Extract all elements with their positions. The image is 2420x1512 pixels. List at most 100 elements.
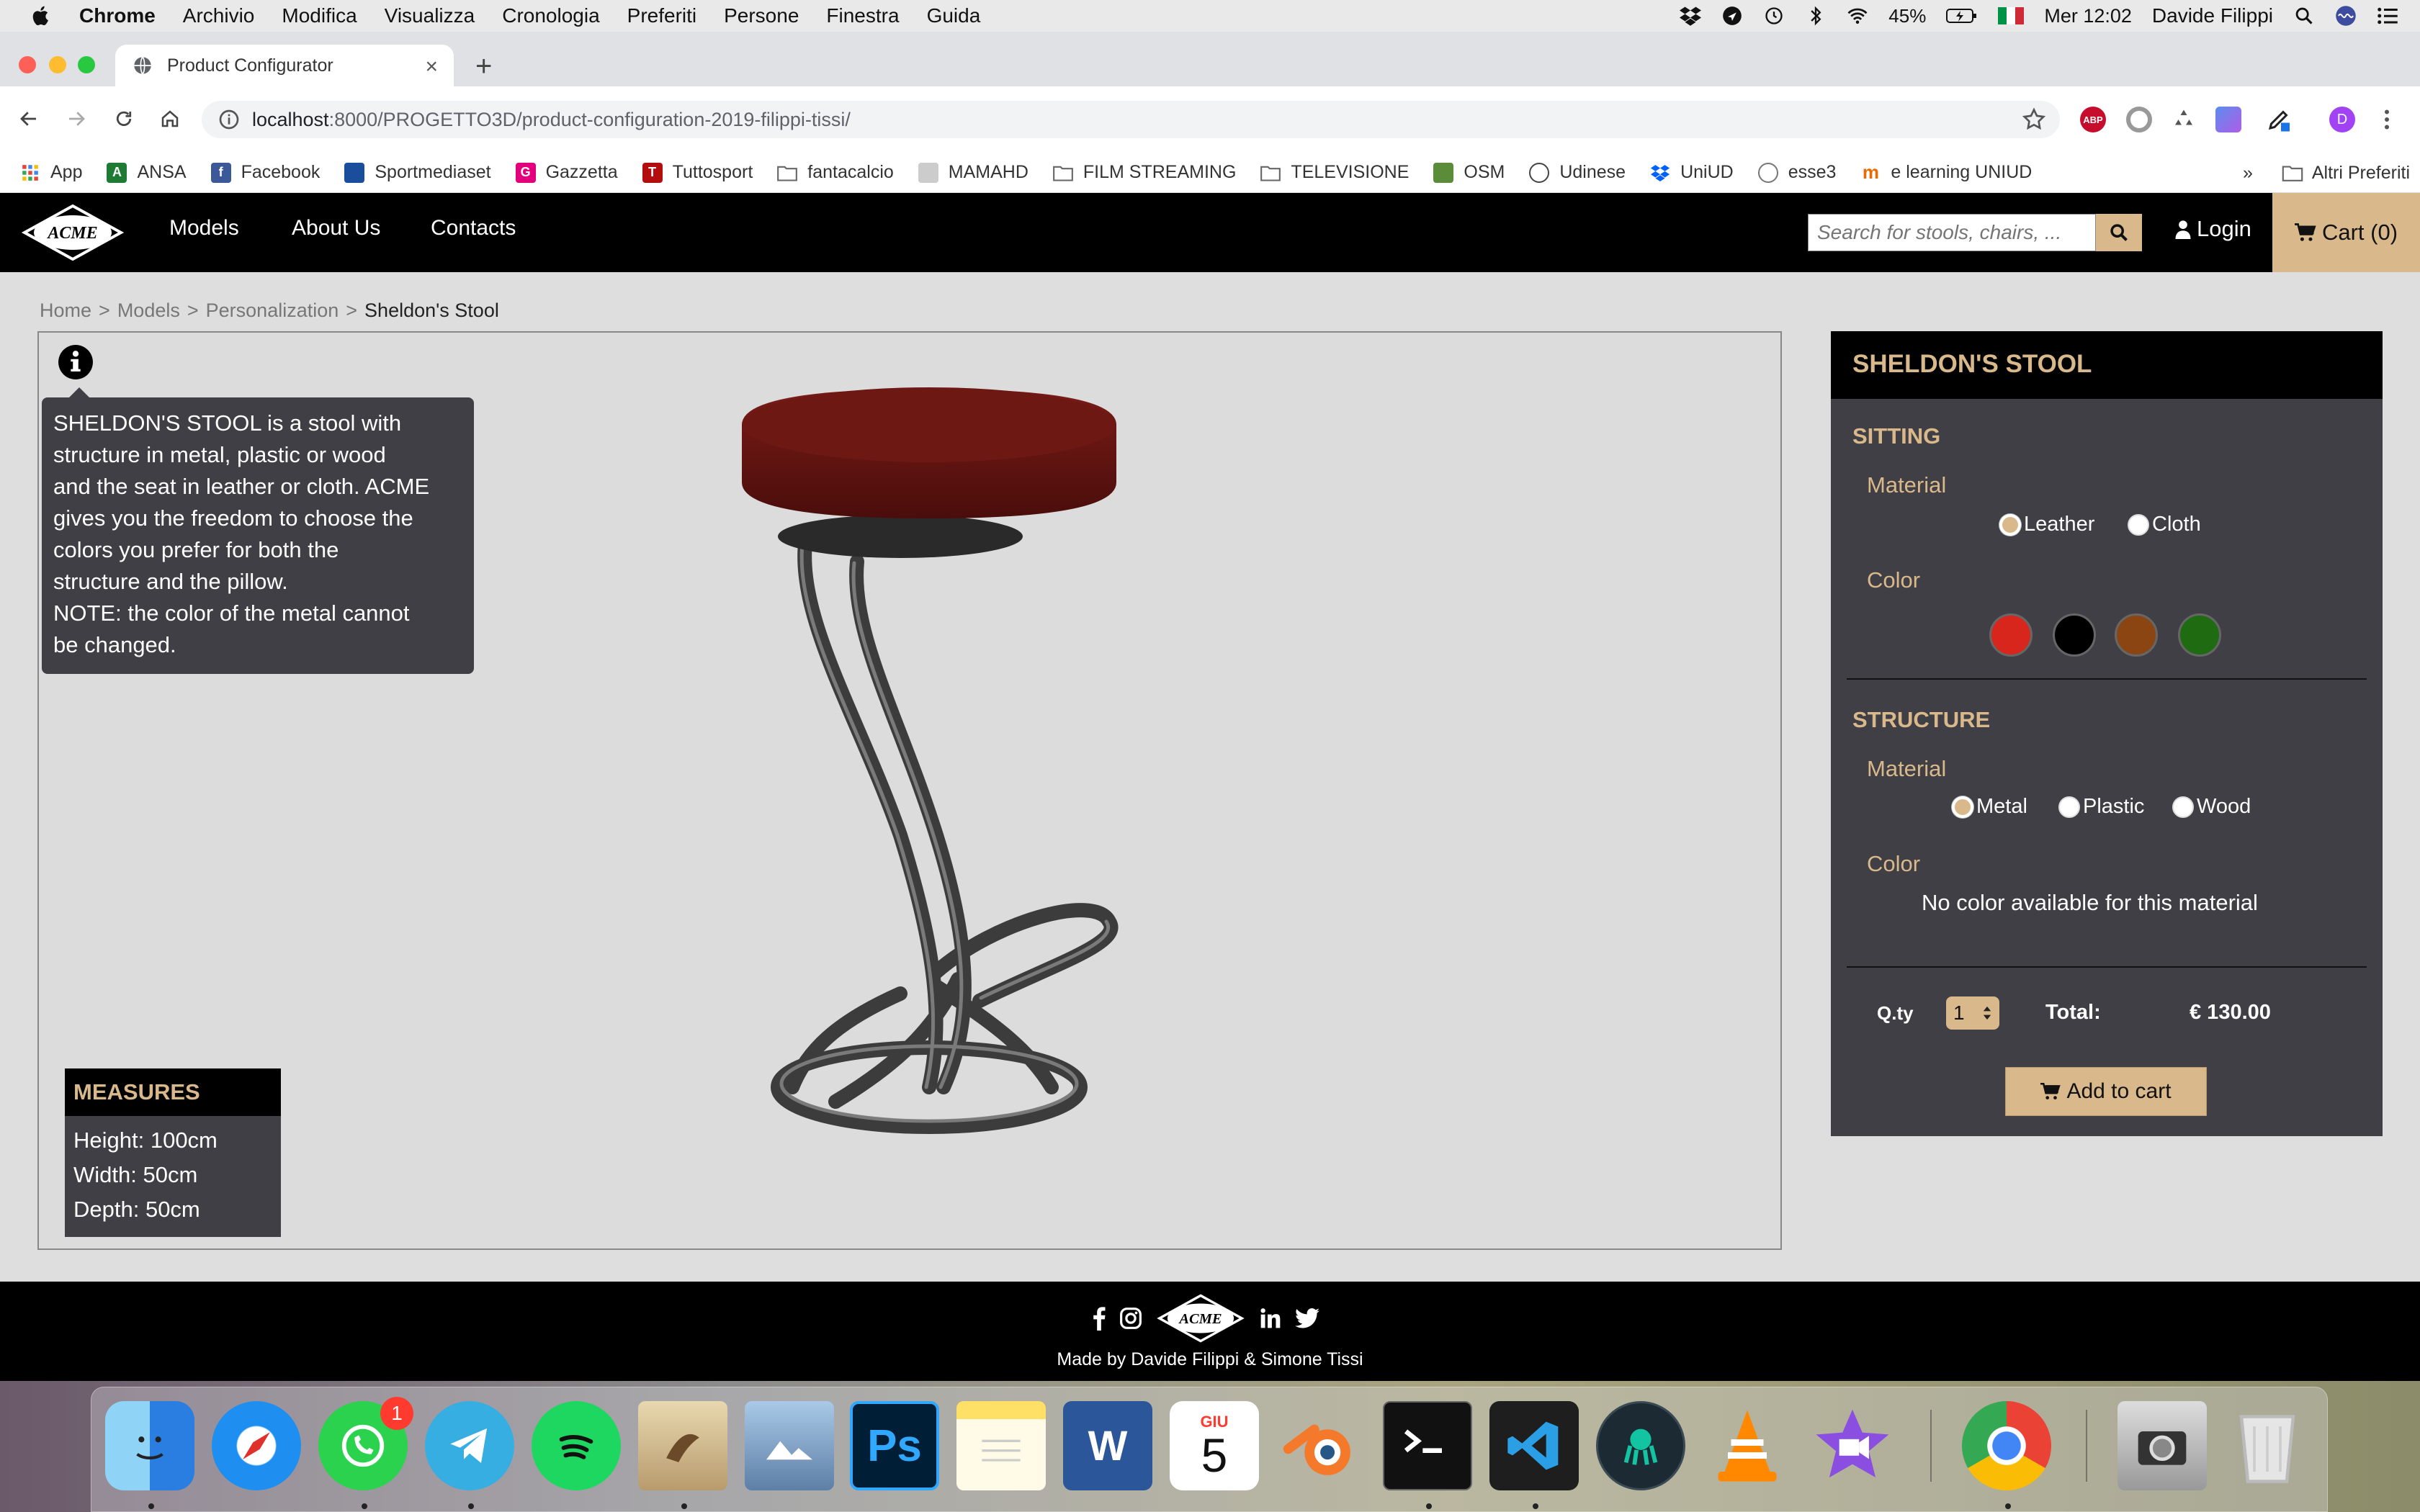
swatch-green[interactable]: [2178, 613, 2221, 657]
bookmark-e-learning-uniud[interactable]: m e learning UNIUD: [1860, 161, 2032, 183]
quantity-select[interactable]: 1: [1946, 996, 1999, 1030]
bookmark-uniud[interactable]: UniUD: [1650, 162, 1734, 183]
structure-material-plastic[interactable]: Plastic: [2058, 795, 2144, 819]
menu-cronologia[interactable]: Cronologia: [502, 4, 599, 27]
address-bar[interactable]: localhost:8000/PROGETTO3D/product-config…: [202, 101, 2060, 138]
pen-extension-icon[interactable]: [2266, 107, 2292, 132]
time-machine-icon[interactable]: [1763, 5, 1785, 27]
breadcrumb-home[interactable]: Home: [40, 300, 91, 322]
bookmark-mamahd[interactable]: MAMAHD: [918, 162, 1028, 183]
menu-modifica[interactable]: Modifica: [282, 4, 357, 27]
tab-close-icon[interactable]: ×: [425, 55, 438, 79]
menu-app-name[interactable]: Chrome: [79, 4, 156, 27]
safari-icon[interactable]: [212, 1401, 301, 1490]
terminal-icon[interactable]: [1383, 1401, 1472, 1490]
photoshop-icon[interactable]: Ps: [850, 1401, 939, 1490]
linkedin-icon[interactable]: [1259, 1307, 1282, 1330]
menubar-user-name[interactable]: Davide Filippi: [2152, 4, 2273, 27]
spotlight-search-icon[interactable]: [2293, 5, 2315, 27]
tab-product-configurator[interactable]: Product Configurator ×: [115, 45, 454, 86]
bookmark-esse3[interactable]: esse3: [1757, 162, 1836, 183]
login-link[interactable]: Login: [2175, 216, 2251, 242]
notification-center-icon[interactable]: [2377, 5, 2398, 27]
dropbox-icon[interactable]: [1680, 5, 1702, 27]
siri-icon[interactable]: [2335, 5, 2357, 27]
other-bookmarks[interactable]: Altri Preferiti: [2312, 163, 2410, 184]
swatch-red[interactable]: [1989, 613, 2033, 657]
preview-icon[interactable]: [745, 1401, 834, 1490]
menubar-clock[interactable]: Mer 12:02: [2044, 5, 2132, 27]
product-search-input[interactable]: [1808, 214, 2096, 251]
word-icon[interactable]: W: [1063, 1401, 1152, 1490]
chrome-icon[interactable]: [1962, 1401, 2051, 1490]
finder-icon[interactable]: [105, 1401, 194, 1490]
gitkraken-icon[interactable]: [1596, 1401, 1685, 1490]
info-icon[interactable]: [58, 344, 94, 380]
navigation-arrow-icon[interactable]: [1721, 5, 1743, 27]
swatch-brown[interactable]: [2115, 613, 2158, 657]
screenshot-icon[interactable]: [2118, 1401, 2207, 1490]
italian-flag-icon[interactable]: [1998, 5, 2025, 27]
trash-icon[interactable]: [2223, 1401, 2312, 1490]
stool-3d-model[interactable]: [720, 374, 1152, 1138]
acme-footer-logo[interactable]: ACME: [1155, 1293, 1246, 1344]
new-tab-button[interactable]: +: [475, 50, 492, 83]
bookmark-televisione[interactable]: TELEVISIONE: [1260, 162, 1409, 183]
spotify-icon[interactable]: [532, 1401, 621, 1490]
bookmark-sportmediaset[interactable]: Sportmediaset: [344, 162, 491, 183]
bookmark-facebook[interactable]: f Facebook: [210, 162, 320, 183]
cart-button[interactable]: Cart (0): [2272, 193, 2420, 272]
sitting-material-cloth[interactable]: Cloth: [2128, 513, 2201, 536]
bookmark-ansa[interactable]: A ANSA: [107, 162, 187, 183]
telegram-icon[interactable]: [425, 1401, 514, 1490]
nav-contacts[interactable]: Contacts: [431, 216, 516, 240]
sitting-material-leather[interactable]: Leather: [1999, 513, 2094, 536]
vlc-icon[interactable]: [1703, 1401, 1792, 1490]
wifi-icon[interactable]: [1847, 5, 1868, 27]
battery-charging-icon[interactable]: [1946, 5, 1978, 27]
menu-visualizza[interactable]: Visualizza: [385, 4, 475, 27]
home-button[interactable]: [156, 104, 184, 133]
window-minimize-button[interactable]: [49, 56, 66, 73]
nav-models[interactable]: Models: [169, 216, 239, 240]
search-button[interactable]: [2096, 214, 2142, 251]
facebook-icon[interactable]: [1092, 1306, 1106, 1331]
structure-material-wood[interactable]: Wood: [2172, 795, 2251, 819]
apple-logo-icon[interactable]: [29, 4, 53, 28]
back-button[interactable]: [14, 104, 43, 133]
calendar-icon[interactable]: GIU 5: [1170, 1401, 1259, 1490]
site-info-icon[interactable]: [218, 108, 241, 131]
breadcrumb-personalization[interactable]: Personalization: [206, 300, 339, 322]
acme-logo[interactable]: ACME: [20, 203, 125, 262]
add-to-cart-button[interactable]: Add to cart: [2005, 1067, 2207, 1116]
extension-circle-icon[interactable]: [2126, 107, 2152, 132]
twitter-icon[interactable]: [1295, 1308, 1319, 1329]
notes-icon[interactable]: [956, 1401, 1046, 1490]
structure-material-metal[interactable]: Metal: [1952, 795, 2027, 819]
bookmark-app[interactable]: App: [20, 162, 82, 183]
breadcrumb-models[interactable]: Models: [117, 300, 180, 322]
swatch-black[interactable]: [2053, 613, 2096, 657]
menu-guida[interactable]: Guida: [927, 4, 981, 27]
adblock-plus-icon[interactable]: ABP: [2080, 107, 2106, 132]
bookmark-tuttosport[interactable]: T Tuttosport: [642, 162, 753, 183]
bookmarks-overflow-button[interactable]: »: [2243, 163, 2253, 184]
menu-persone[interactable]: Persone: [724, 4, 799, 27]
imovie-icon[interactable]: [1808, 1401, 1897, 1490]
bookmark-fantacalcio[interactable]: fantacalcio: [777, 162, 894, 183]
gradient-extension-icon[interactable]: [2215, 107, 2241, 132]
bookmark-star-icon[interactable]: [2021, 107, 2047, 132]
bookmark-udinese[interactable]: Udinese: [1529, 162, 1626, 183]
recycle-extension-icon[interactable]: [2171, 107, 2197, 132]
profile-avatar[interactable]: D: [2329, 107, 2355, 132]
vscode-icon[interactable]: [1489, 1401, 1579, 1490]
bookmark-gazzetta[interactable]: G Gazzetta: [515, 162, 618, 183]
window-close-button[interactable]: [19, 56, 36, 73]
forward-button[interactable]: [62, 104, 91, 133]
menu-finestra[interactable]: Finestra: [826, 4, 899, 27]
bookmark-osm[interactable]: OSM: [1433, 162, 1505, 183]
blender-icon[interactable]: [1276, 1401, 1366, 1490]
bookmark-film-streaming[interactable]: FILM STREAMING: [1053, 162, 1236, 183]
window-zoom-button[interactable]: [78, 56, 95, 73]
mail-stamp-icon[interactable]: [638, 1401, 727, 1490]
